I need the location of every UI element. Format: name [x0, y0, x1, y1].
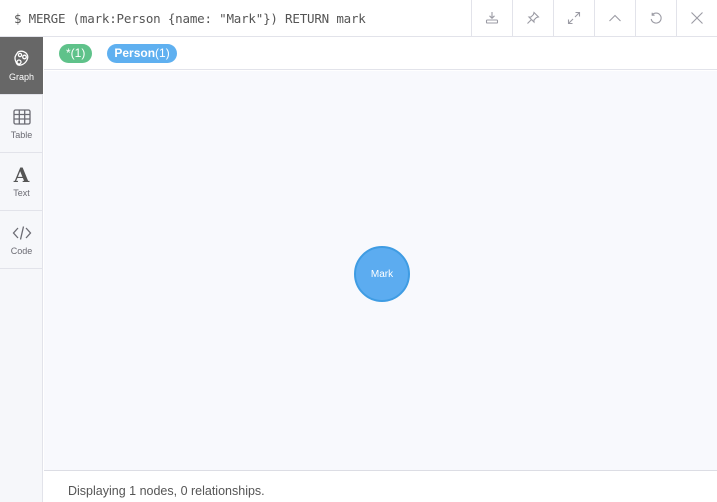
- query-bar: $ MERGE (mark:Person {name: "Mark"}) RET…: [0, 0, 717, 37]
- download-icon: [485, 12, 499, 24]
- sidebar-item-graph[interactable]: Graph: [0, 37, 43, 95]
- pin-icon: [527, 11, 540, 24]
- refresh-icon: [650, 12, 662, 24]
- sidebar-item-text[interactable]: A Text: [0, 153, 43, 211]
- code-icon: [12, 223, 32, 243]
- view-sidebar: Graph Table A Text Code: [0, 37, 43, 502]
- expand-icon: [567, 11, 581, 25]
- node-caption: Mark: [370, 268, 394, 280]
- sidebar-item-table[interactable]: Table: [0, 95, 43, 153]
- query-text[interactable]: $ MERGE (mark:Person {name: "Mark"}) RET…: [14, 11, 366, 26]
- graph-node[interactable]: Mark: [354, 246, 410, 302]
- close-button[interactable]: [676, 0, 717, 36]
- text-icon: A: [13, 163, 30, 187]
- label-count: (1): [155, 46, 170, 60]
- status-bar: Displaying 1 nodes, 0 relationships.: [44, 472, 717, 502]
- fullscreen-button[interactable]: [553, 0, 594, 36]
- pin-button[interactable]: [512, 0, 553, 36]
- frame-actions: [471, 0, 717, 36]
- label-name: Person: [114, 46, 156, 60]
- graph-canvas[interactable]: Mark: [44, 71, 717, 471]
- sidebar-item-label: Text: [13, 188, 30, 198]
- graph-icon: [12, 49, 32, 69]
- table-icon: [12, 107, 32, 127]
- sidebar-item-code[interactable]: Code: [0, 211, 43, 269]
- chevron-up-icon: [609, 14, 621, 22]
- download-button[interactable]: [471, 0, 512, 36]
- label-count: (1): [70, 46, 86, 60]
- close-icon: [691, 12, 703, 24]
- label-pill-person[interactable]: Person (1): [107, 43, 177, 63]
- collapse-button[interactable]: [594, 0, 635, 36]
- sidebar-item-label: Graph: [8, 72, 34, 82]
- label-legend: * (1) Person (1): [44, 37, 717, 70]
- rerun-button[interactable]: [635, 0, 676, 36]
- sidebar-item-label: Code: [10, 246, 33, 256]
- label-pill-all[interactable]: * (1): [59, 43, 93, 63]
- status-text: Displaying 1 nodes, 0 relationships.: [68, 484, 265, 498]
- sidebar-item-label: Table: [10, 130, 33, 140]
